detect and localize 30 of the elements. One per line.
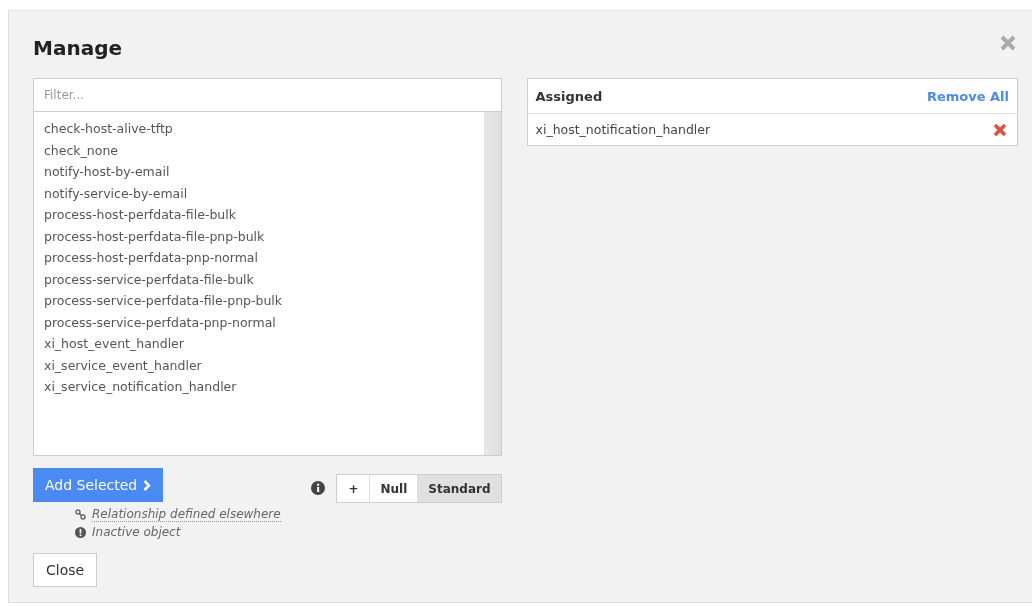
list-item[interactable]: process-host-perfdata-pnp-normal [44,247,484,269]
close-button[interactable]: Close [33,553,98,587]
panel-title: Assigned [535,88,603,104]
filter-field[interactable]: Filter... [33,78,502,112]
mode-toggle[interactable]: Standard [417,475,501,502]
list-item[interactable]: notify-host-by-email [44,161,484,183]
dialog-title: Manage [33,36,122,60]
mode-toggle[interactable]: + [337,475,370,502]
exclamation-icon [75,526,86,538]
list-item[interactable]: notify-service-by-email [44,182,484,204]
link-icon [75,508,86,520]
list-item[interactable]: xi_service_notification_handler [44,376,484,398]
list-item[interactable]: process-host-perfdata-file-pnp-bulk [44,225,484,247]
assigned-item: xi_host_notification_handler [535,122,711,137]
remove-icon[interactable] [993,122,1007,137]
close-icon[interactable] [1000,35,1016,51]
chevron-icon [143,479,152,491]
list-item[interactable]: process-host-perfdata-file-bulk [44,204,484,226]
list-item[interactable]: xi_service_event_handler [44,354,484,376]
list-item[interactable]: xi_host_event_handler [44,333,484,355]
list-item[interactable]: process-service-perfdata-file-pnp-bulk [44,290,484,312]
legend-text: Relationship defined elsewhere [92,506,281,522]
list-item[interactable]: process-service-perfdata-pnp-normal [44,311,484,333]
info-icon[interactable] [311,481,326,495]
mode-toggle[interactable]: Null [369,475,418,502]
list-item[interactable]: process-service-perfdata-file-bulk [44,268,484,290]
scrollbar-track[interactable] [483,112,501,455]
list-item[interactable]: check_none [44,139,484,161]
list-item[interactable]: check-host-alive-tftp [44,118,484,140]
legend-text: Inactive object [92,525,181,539]
